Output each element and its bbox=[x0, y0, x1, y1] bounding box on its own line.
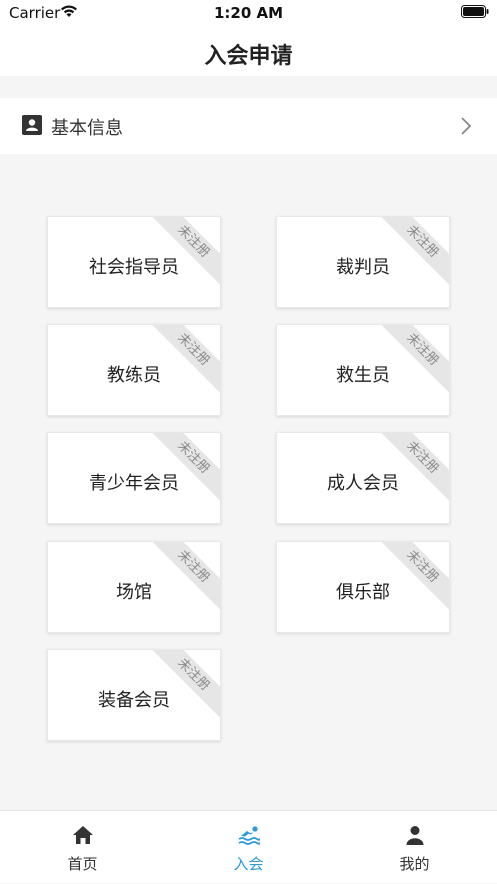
nav-bar: 入会申请 bbox=[0, 26, 497, 76]
card-venue[interactable]: 未注册 场馆 bbox=[47, 541, 221, 633]
card-label: 裁判员 bbox=[336, 257, 390, 278]
card-label: 青少年会员 bbox=[89, 473, 179, 494]
chevron-right-icon bbox=[461, 117, 472, 135]
card-label: 场馆 bbox=[116, 582, 152, 603]
card-label: 教练员 bbox=[107, 365, 161, 386]
card-coach[interactable]: 未注册 教练员 bbox=[47, 324, 221, 416]
page-title: 入会申请 bbox=[204, 44, 293, 69]
card-club[interactable]: 未注册 俱乐部 bbox=[276, 541, 450, 633]
tab-mine[interactable]: 我的 bbox=[332, 811, 497, 884]
id-card-icon bbox=[22, 115, 42, 135]
basic-info-row[interactable]: 基本信息 bbox=[0, 98, 497, 154]
home-icon bbox=[73, 826, 93, 844]
tab-label: 首页 bbox=[67, 855, 98, 873]
card-referee[interactable]: 未注册 裁判员 bbox=[276, 216, 450, 308]
card-label: 救生员 bbox=[336, 365, 390, 386]
card-label: 装备会员 bbox=[98, 690, 170, 711]
swimmer-icon bbox=[238, 826, 260, 845]
tab-join[interactable]: 入会 bbox=[166, 811, 331, 884]
card-lifeguard[interactable]: 未注册 救生员 bbox=[276, 324, 450, 416]
card-label: 社会指导员 bbox=[89, 257, 179, 278]
tab-home[interactable]: 首页 bbox=[0, 811, 165, 884]
tab-bar: 首页 入会 我的 bbox=[0, 810, 497, 883]
status-time: 1:20 AM bbox=[213, 4, 284, 22]
card-label: 成人会员 bbox=[327, 473, 399, 494]
card-equipment-member[interactable]: 未注册 装备会员 bbox=[47, 649, 221, 741]
basic-info-label: 基本信息 bbox=[51, 118, 123, 139]
user-icon bbox=[406, 826, 424, 845]
status-bar: Carrier 1:20 AM bbox=[0, 0, 497, 26]
card-youth-member[interactable]: 未注册 青少年会员 bbox=[47, 432, 221, 524]
tab-label: 入会 bbox=[233, 855, 264, 873]
card-label: 俱乐部 bbox=[336, 582, 390, 603]
tab-label: 我的 bbox=[399, 855, 430, 873]
card-social-instructor[interactable]: 未注册 社会指导员 bbox=[47, 216, 221, 308]
card-adult-member[interactable]: 未注册 成人会员 bbox=[276, 432, 450, 524]
battery-icon bbox=[461, 5, 489, 18]
